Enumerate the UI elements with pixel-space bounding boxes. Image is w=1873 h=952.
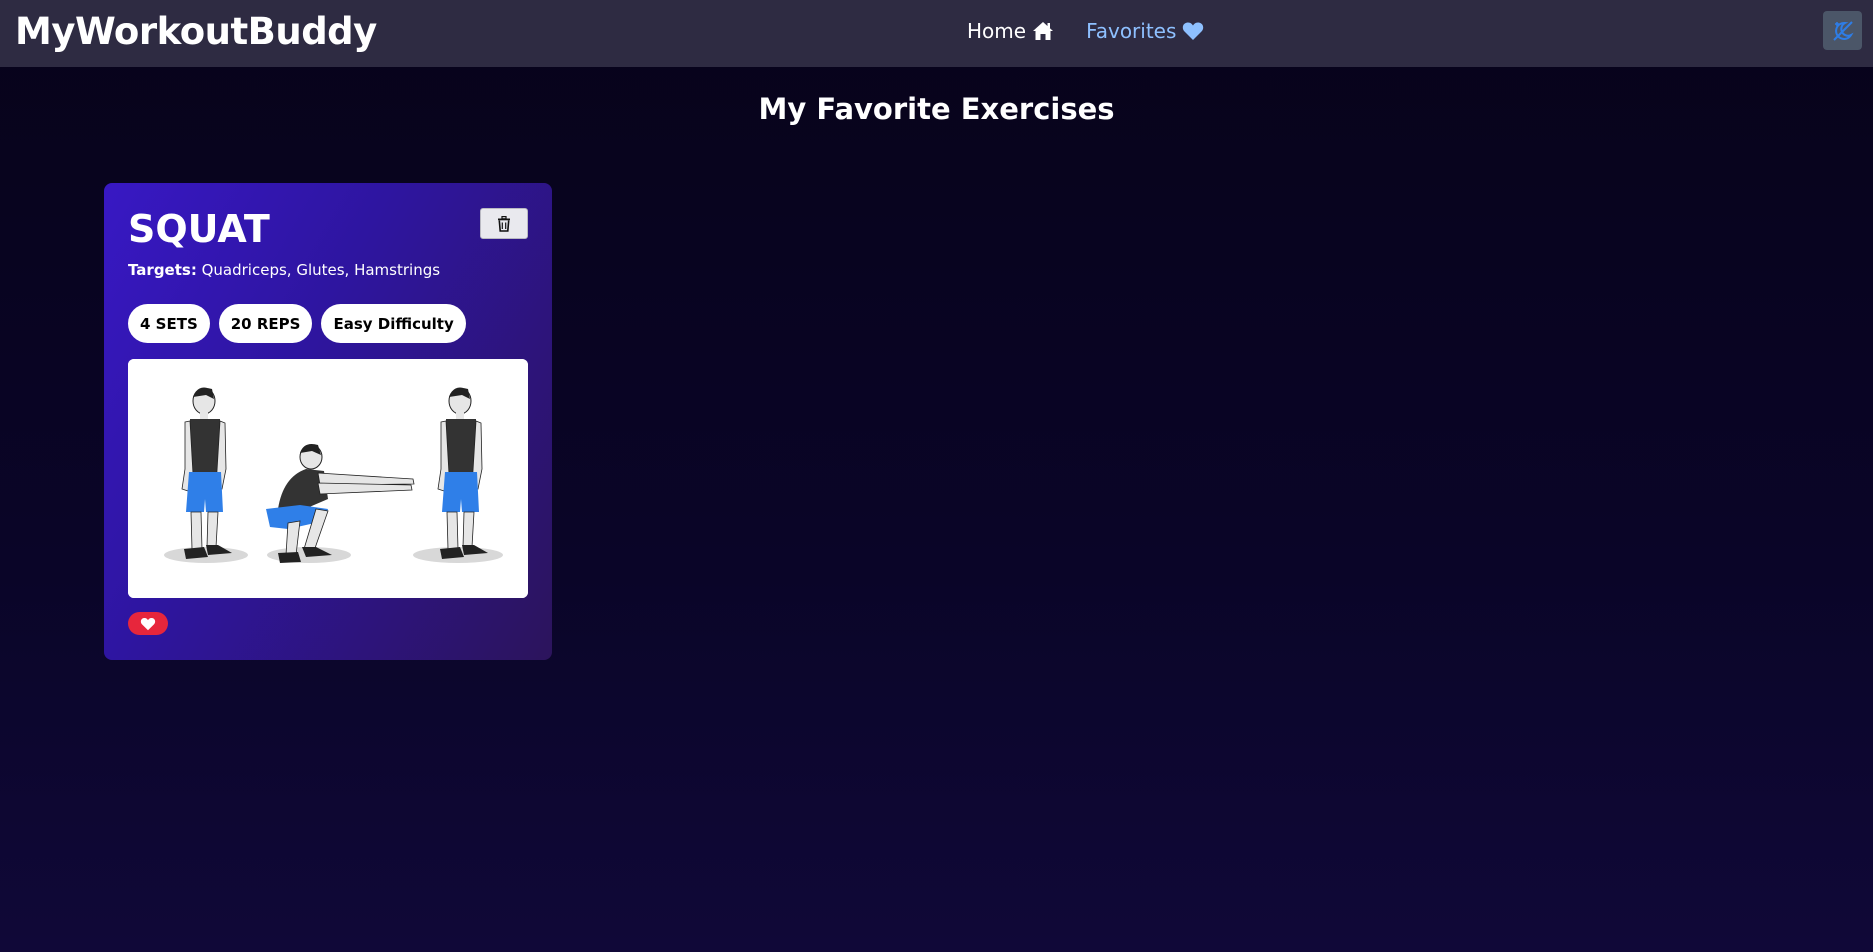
heart-icon [140,617,156,630]
difficulty-badge: Easy Difficulty [321,304,466,343]
delete-button[interactable] [480,208,528,239]
theme-toggle-button[interactable] [1823,11,1862,50]
exercise-card: SQUAT Targets: Quadriceps, Glutes, Hamst… [104,183,552,660]
nav-favorites-link[interactable]: Favorites [1086,19,1204,43]
exercise-name: SQUAT [128,207,270,251]
navbar: MyWorkoutBuddy Home Favorites [0,0,1873,67]
heart-icon [1183,22,1204,40]
page-title: My Favorite Exercises [758,92,1115,126]
nav-links: Home Favorites [967,19,1204,43]
home-icon [1033,22,1054,40]
nav-favorites-label: Favorites [1086,19,1177,43]
sets-badge: 4 SETS [128,304,210,343]
targets-value: Quadriceps, Glutes, Hamstrings [201,261,441,279]
favorite-toggle-button[interactable] [128,612,168,635]
trash-icon [498,215,510,232]
brand-logo[interactable]: MyWorkoutBuddy [15,10,377,53]
exercise-image [128,359,528,598]
squat-illustration [128,359,528,598]
nav-home-link[interactable]: Home [967,19,1054,43]
moon-icon [1832,20,1854,41]
targets-label: Targets: [128,261,197,279]
exercise-badges: 4 SETS 20 REPS Easy Difficulty [128,304,466,343]
reps-badge: 20 REPS [218,304,313,343]
nav-home-label: Home [967,19,1027,43]
exercise-targets: Targets: Quadriceps, Glutes, Hamstrings [128,261,440,279]
